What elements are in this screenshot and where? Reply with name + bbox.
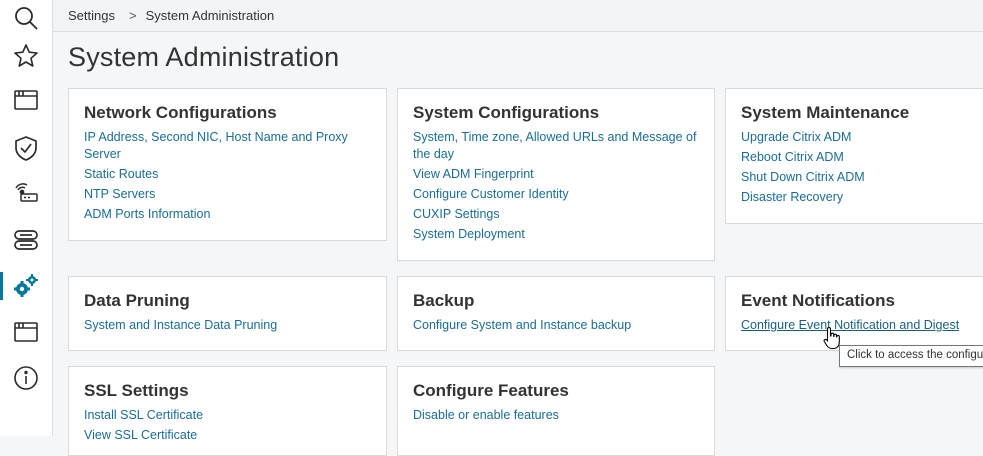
star-icon — [14, 44, 38, 67]
event-notification-link[interactable]: Configure Event Notification and Digest — [741, 317, 979, 334]
shutdown-link[interactable]: Shut Down Citrix ADM — [741, 169, 979, 186]
card-title: Data Pruning — [84, 291, 190, 310]
features-link[interactable]: Disable or enable features — [413, 407, 699, 424]
backup-link[interactable]: Configure System and Instance backup — [413, 317, 699, 334]
configure-features-card: Configure Features Disable or enable fea… — [397, 366, 715, 456]
system-timezone-link[interactable]: System, Time zone, Allowed URLs and Mess… — [413, 129, 699, 163]
sidebar-item-security[interactable] — [0, 130, 52, 166]
sidebar-item-settings[interactable] — [0, 268, 52, 304]
sidebar-item-window[interactable] — [0, 314, 52, 350]
sidebar-item-infrastructure[interactable] — [0, 222, 52, 258]
shield-check-icon — [15, 136, 37, 161]
breadcrumb: Settings > System Administration — [53, 0, 983, 32]
upgrade-link[interactable]: Upgrade Citrix ADM — [741, 129, 979, 146]
sidebar-item-favorites[interactable] — [0, 38, 52, 74]
customer-identity-link[interactable]: Configure Customer Identity — [413, 186, 699, 203]
system-deployment-link[interactable]: System Deployment — [413, 226, 699, 243]
card-title: System Configurations — [413, 103, 600, 122]
breadcrumb-settings-link[interactable]: Settings — [53, 8, 115, 23]
window-icon — [14, 322, 38, 342]
card-title: Network Configurations — [84, 103, 277, 122]
card-title: Backup — [413, 291, 475, 310]
network-configurations-card: Network Configurations IP Address, Secon… — [68, 88, 387, 241]
sidebar-item-applications[interactable] — [0, 82, 52, 118]
adm-ports-link[interactable]: ADM Ports Information — [84, 206, 371, 223]
breadcrumb-current: System Administration — [145, 8, 275, 23]
info-icon — [14, 366, 38, 390]
static-routes-link[interactable]: Static Routes — [84, 166, 371, 183]
tooltip: Click to access the configu — [839, 345, 983, 367]
event-notifications-card: Event Notifications Configure Event Noti… — [725, 276, 983, 351]
system-maintenance-card: System Maintenance Upgrade Citrix ADM Re… — [725, 88, 983, 224]
card-title: Configure Features — [413, 381, 569, 400]
ssl-settings-card: SSL Settings Install SSL Certificate Vie… — [68, 366, 387, 456]
breadcrumb-separator: > — [128, 8, 137, 23]
data-pruning-link[interactable]: System and Instance Data Pruning — [84, 317, 371, 334]
window-icon — [14, 90, 38, 110]
ip-address-link[interactable]: IP Address, Second NIC, Host Name and Pr… — [84, 129, 371, 163]
card-title: System Maintenance — [741, 103, 910, 122]
card-title: Event Notifications — [741, 291, 895, 310]
gears-icon — [14, 274, 38, 297]
system-configurations-card: System Configurations System, Time zone,… — [397, 88, 715, 261]
hand-cursor-icon — [823, 326, 840, 350]
sidebar-item-about[interactable] — [0, 360, 52, 396]
sidebar-item-search[interactable] — [0, 0, 52, 36]
backup-card: Backup Configure System and Instance bac… — [397, 276, 715, 351]
network-icon — [15, 183, 38, 202]
search-icon — [15, 7, 38, 30]
sidebar-item-networks[interactable] — [0, 174, 52, 210]
sidebar — [0, 0, 53, 436]
ntp-servers-link[interactable]: NTP Servers — [84, 186, 371, 203]
data-pruning-card: Data Pruning System and Instance Data Pr… — [68, 276, 387, 351]
card-title: SSL Settings — [84, 381, 189, 400]
page-title: System Administration — [68, 42, 340, 72]
install-ssl-link[interactable]: Install SSL Certificate — [84, 407, 371, 424]
disaster-recovery-link[interactable]: Disaster Recovery — [741, 189, 979, 206]
reboot-link[interactable]: Reboot Citrix ADM — [741, 149, 979, 166]
adm-fingerprint-link[interactable]: View ADM Fingerprint — [413, 166, 699, 183]
cuxip-settings-link[interactable]: CUXIP Settings — [413, 206, 699, 223]
server-icon — [14, 230, 38, 250]
